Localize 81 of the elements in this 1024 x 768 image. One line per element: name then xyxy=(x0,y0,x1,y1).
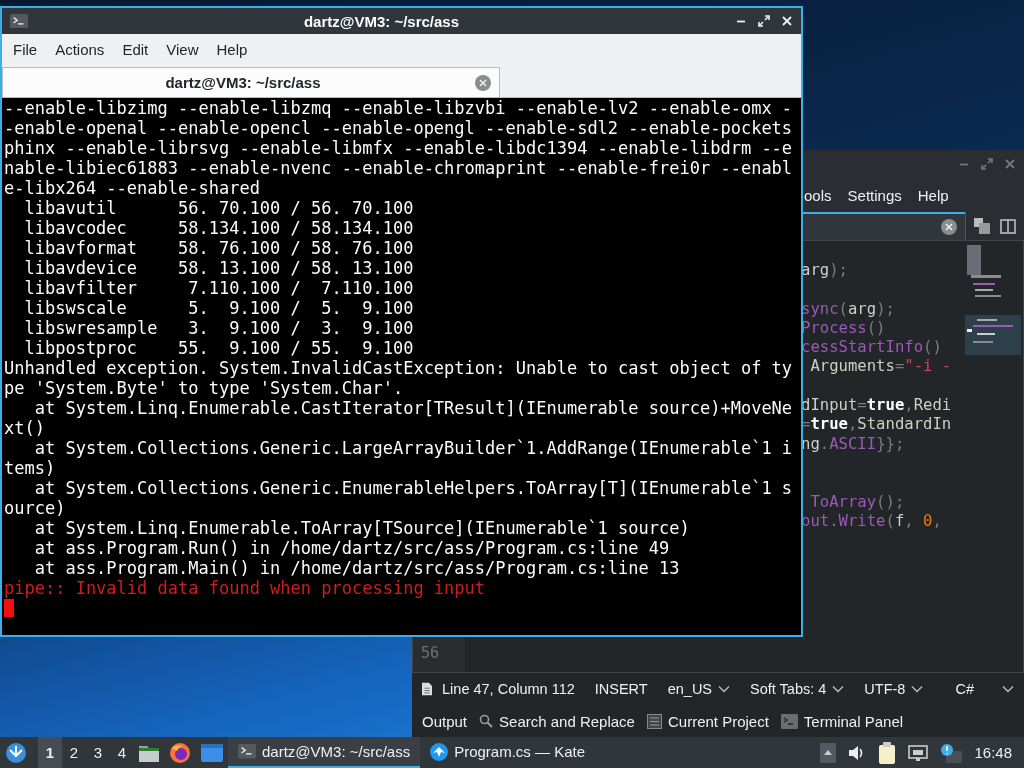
output-line: libavcodec 58.134.100 / 58.134.100 xyxy=(23,218,414,238)
cursor-position[interactable]: Line 47, Column 112 xyxy=(432,681,575,697)
chevron-icon[interactable] xyxy=(1002,685,1014,693)
code-line: Process() xyxy=(801,318,886,339)
output-line: libswscale 5. 9.100 / 5. 9.100 xyxy=(23,298,414,318)
window-title: dartz@VM3: ~/src/ass xyxy=(302,12,461,30)
code-line: arg); xyxy=(801,261,848,281)
code-line: sync(arg); xyxy=(801,299,895,319)
menu-item[interactable]: Help xyxy=(917,182,949,208)
menu-item[interactable]: View xyxy=(157,36,208,62)
output-line: libswresample 3. 9.100 / 3. 9.100 xyxy=(23,318,414,338)
terminal-icon xyxy=(10,13,28,29)
document-icon xyxy=(422,681,433,697)
tool-view-button[interactable]: Search and Replace xyxy=(475,712,639,730)
output-line: libavformat 58. 76.100 / 58. 76.100 xyxy=(23,238,414,258)
encoding-dropdown[interactable]: UTF-8 xyxy=(854,681,924,697)
folder-icon[interactable] xyxy=(139,743,159,762)
tool-view-button[interactable]: Output xyxy=(418,712,472,730)
notification-icon[interactable] xyxy=(940,742,963,763)
workspace-button[interactable]: 4 xyxy=(110,737,134,768)
menu-item[interactable]: Help xyxy=(207,36,257,62)
indentation-dropdown[interactable]: Soft Tabs: 4 xyxy=(740,681,845,697)
documents-icon[interactable] xyxy=(974,218,990,234)
window-icon[interactable] xyxy=(201,743,223,762)
output-line: xt() xyxy=(4,418,45,438)
workspace-button[interactable]: 3 xyxy=(86,737,110,768)
output-line: ource) xyxy=(4,498,66,518)
split-view-icon[interactable] xyxy=(1000,218,1016,234)
code-line: dInput=true,Redi xyxy=(801,396,952,416)
workspace-button[interactable]: 2 xyxy=(62,737,86,768)
output-line: at System.Linq.Enumerable.CastIterator[TResult](IEnumerable source)+MoveNe xyxy=(33,398,793,418)
output-line: e-libx264 --enable-shared xyxy=(4,178,260,198)
code-line: Arguments="-i - xyxy=(809,357,952,377)
output-line: libavutil 56. 70.100 / 56. 70.100 xyxy=(23,198,414,218)
output-line: libavdevice 58. 13.100 / 58. 13.100 xyxy=(23,258,414,278)
output-line: phinx --enable-librsvg --enable-libmfx --enable-libdc1394 --enable-libdrm --e xyxy=(4,138,793,158)
output-line: nable-libiec61883 --enable-nvenc --enable-chromaprint --enable-frei0r --enabl xyxy=(4,158,793,178)
menu-item[interactable]: ools xyxy=(804,182,832,208)
error-line: pipe:: Invalid data found when processing input xyxy=(4,578,486,598)
document-tab[interactable] xyxy=(803,212,965,240)
menu-item[interactable]: File xyxy=(4,36,47,62)
chevron-icon[interactable] xyxy=(718,685,731,693)
chevron-icon[interactable] xyxy=(911,685,924,693)
line-number: 56 xyxy=(421,644,440,662)
syntax-dropdown[interactable]: C# xyxy=(945,681,1014,697)
tool-view-button[interactable]: Current Project xyxy=(642,712,773,730)
output-line: at System.Collections.Generic.LargeArrayBuilder`1.AddRange(IEnumerable`1 i xyxy=(33,438,793,458)
terminal-icon xyxy=(238,744,256,759)
menu-item[interactable]: Actions xyxy=(46,36,114,62)
search-icon xyxy=(479,714,494,728)
code-line: ToArray(); xyxy=(809,492,905,512)
close-icon[interactable] xyxy=(941,219,957,235)
tool-view-button[interactable]: Terminal Panel xyxy=(776,712,908,730)
output-line: Unhandled exception. System.InvalidCastException: Unable to cast object of ty xyxy=(4,358,793,378)
chevron-icon[interactable] xyxy=(832,685,845,693)
start-menu-icon[interactable] xyxy=(5,741,27,764)
output-line: libpostproc 55. 9.100 / 55. 9.100 xyxy=(23,338,414,358)
output-line: at ass.Program.Run() in /home/dartz/src/ass/Program.cs:line 49 xyxy=(33,538,670,558)
output-line: libavfilter 7.110.100 / 7.110.100 xyxy=(23,278,414,298)
output-line: at ass.Program.Main() in /home/dartz/src/ass/Program.cs:line 13 xyxy=(33,558,680,578)
dictionary-dropdown[interactable]: en_US xyxy=(657,681,731,697)
output-line: tems) xyxy=(4,458,56,478)
code-line: cessStartInfo() xyxy=(801,338,942,358)
output-line: at System.Linq.Enumerable.ToArray[TSource](IEnumerable`1 source) xyxy=(33,518,690,538)
workspace-button[interactable]: 1 xyxy=(38,737,62,768)
output-line: --enable-libzimg --enable-libzmq --enable-libzvbi --enable-lv2 --enable-omx - xyxy=(4,98,793,118)
task-button[interactable]: Program.cs — Kate xyxy=(420,737,596,768)
terminal-icon xyxy=(780,713,798,729)
output-line: pe 'System.Byte' to type 'System.Char'. xyxy=(4,378,404,398)
text-cursor xyxy=(4,599,14,617)
browser-icon[interactable] xyxy=(169,741,191,764)
output-line: at System.Collections.Generic.EnumerableHelpers.ToArray[T](IEnumerable`1 s xyxy=(33,478,793,498)
terminal-tab[interactable]: dartz@VM3: ~/src/ass xyxy=(2,67,500,97)
list-icon xyxy=(646,713,662,729)
task-button[interactable]: dartz@VM3: ~/src/ass xyxy=(228,737,421,768)
clock[interactable]: 16:48 xyxy=(974,744,1012,761)
output-line: -enable-openal --enable-opencl --enable-opengl --enable-sdl2 --enable-pockets xyxy=(4,118,793,138)
clipboard-icon[interactable] xyxy=(878,741,897,764)
input-mode[interactable]: INSERT xyxy=(584,681,648,697)
menu-item[interactable]: Settings xyxy=(847,182,902,208)
menu-item[interactable]: Edit xyxy=(113,36,158,62)
